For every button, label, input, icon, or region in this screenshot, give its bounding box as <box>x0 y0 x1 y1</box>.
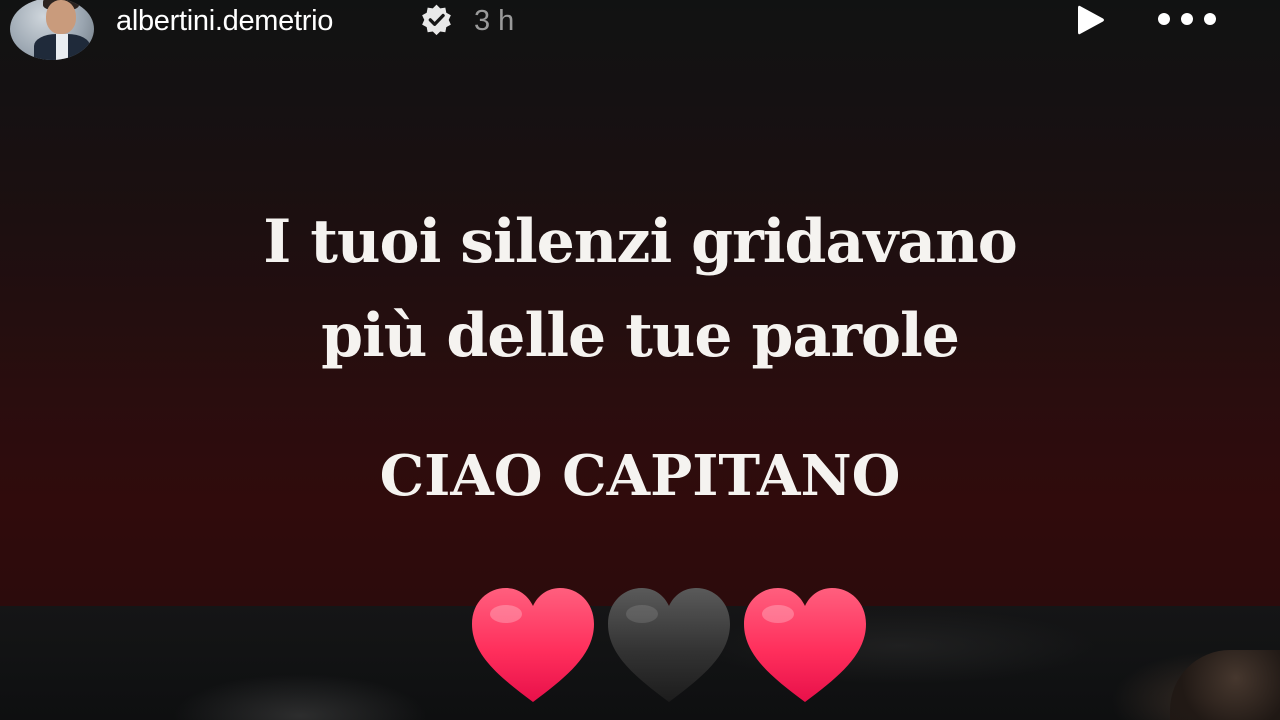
story-header: albertini.demetrio 3 h <box>0 0 1280 64</box>
caption-line-3: CIAO CAPITANO <box>379 443 901 509</box>
username-link[interactable]: albertini.demetrio <box>116 3 333 39</box>
heart-emoji-row <box>468 584 878 710</box>
red-heart-icon <box>744 588 866 702</box>
black-heart-icon <box>608 588 730 702</box>
avatar-face <box>46 0 76 34</box>
caption-line-1: I tuoi silenzi gridavano <box>263 207 1017 277</box>
post-timestamp: 3 h <box>474 5 515 37</box>
verified-badge-icon <box>422 4 451 36</box>
red-heart-icon <box>472 588 594 702</box>
photo-figure <box>1170 650 1280 720</box>
story-viewer: albertini.demetrio 3 h I tuoi silenzi gr… <box>0 0 1280 720</box>
play-icon[interactable] <box>1070 0 1110 40</box>
more-options-icon[interactable] <box>1152 4 1222 34</box>
avatar-shirt <box>56 34 68 60</box>
caption-line-2: più delle tue parole <box>321 301 960 371</box>
avatar[interactable] <box>10 0 94 60</box>
